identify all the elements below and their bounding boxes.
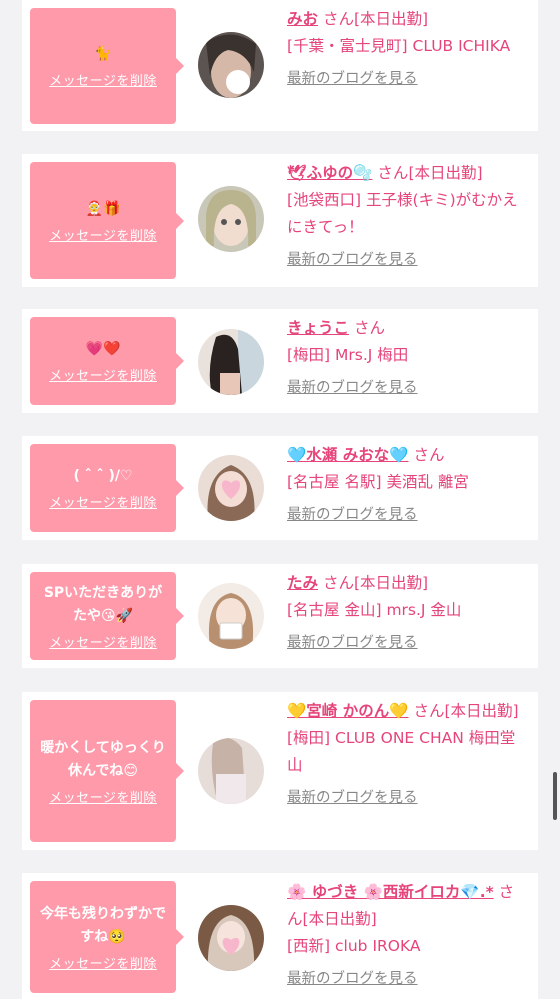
san-label: さん xyxy=(377,164,409,182)
message-text: 🐈 xyxy=(94,46,112,62)
message-card: 💗❤️ メッセージを削除 きょうこ さん [梅田] Mrs.J 梅田 最新のブロ… xyxy=(22,309,538,413)
message-bubble: SPいただきありがたや😘🚀 メッセージを削除 xyxy=(30,572,184,660)
message-card: 🐈 メッセージを削除 みお さん[本日出勤] [千葉・富士見町] CLUB IC… xyxy=(22,0,538,131)
shop-text: [梅田] Mrs.J 梅田 xyxy=(287,346,409,364)
message-text: 暖かくしてゆっくり休んでね😊 xyxy=(40,739,166,779)
shop-text: [西新] club IROKA xyxy=(287,937,421,955)
shop-text: [池袋西口] 王子様(キミ)がむかえにきてっ！ xyxy=(287,191,518,236)
message-text: SPいただきありがたや😘🚀 xyxy=(43,584,163,624)
status-label: [本日出勤] xyxy=(408,164,483,182)
message-text: 今年も残りわずかですね🥺 xyxy=(40,905,166,945)
cast-info: みお さん[本日出勤] [千葉・富士見町] CLUB ICHIKA 最新のブログ… xyxy=(287,6,527,93)
san-label: さん xyxy=(413,702,445,720)
avatar[interactable] xyxy=(198,32,264,98)
delete-message-link[interactable]: メッセージを削除 xyxy=(49,365,157,384)
blog-link[interactable]: 最新のブログを見る xyxy=(287,630,418,657)
avatar[interactable] xyxy=(198,455,264,521)
message-card: 今年も残りわずかですね🥺 メッセージを削除 🌸 ゆづき 🌸西新イロカ💎.* さん… xyxy=(22,873,538,999)
message-bubble: 🤶🎁 メッセージを削除 xyxy=(30,162,184,279)
blog-link[interactable]: 最新のブログを見る xyxy=(287,66,418,93)
delete-message-link[interactable]: メッセージを削除 xyxy=(49,953,157,972)
san-label: さん xyxy=(413,446,445,464)
status-label: [本日出勤] xyxy=(444,702,519,720)
delete-message-link[interactable]: メッセージを削除 xyxy=(49,492,157,511)
message-text: 💗❤️ xyxy=(85,341,121,357)
san-label: さん xyxy=(322,574,354,592)
cast-name-link[interactable]: みお xyxy=(287,10,318,28)
status-label: [本日出勤] xyxy=(302,910,377,928)
cast-name-link[interactable]: きょうこ xyxy=(287,319,349,337)
cast-name-link[interactable]: たみ xyxy=(287,574,318,592)
cast-name-link[interactable]: 🌸 ゆづき 🌸西新イロカ💎.* xyxy=(287,883,494,901)
cast-info: きょうこ さん [梅田] Mrs.J 梅田 最新のブログを見る xyxy=(287,315,527,402)
message-card: 🤶🎁 メッセージを削除 🕊ふゆの🫧 さん[本日出勤] [池袋西口] 王子様(キミ… xyxy=(22,154,538,287)
message-card: ( ˆ ˆ )/♡ メッセージを削除 🩵水瀬 みおな🩵 さん [名古屋 名駅] … xyxy=(22,436,538,540)
san-label: さん xyxy=(322,10,354,28)
delete-message-link[interactable]: メッセージを削除 xyxy=(49,70,157,89)
scrollbar[interactable] xyxy=(553,772,557,820)
delete-message-link[interactable]: メッセージを削除 xyxy=(49,225,157,244)
avatar[interactable] xyxy=(198,186,264,252)
avatar[interactable] xyxy=(198,905,264,971)
message-text: ( ˆ ˆ )/♡ xyxy=(73,468,133,484)
message-bubble: 暖かくしてゆっくり休んでね😊 メッセージを削除 xyxy=(30,700,184,842)
message-bubble: ( ˆ ˆ )/♡ メッセージを削除 xyxy=(30,444,184,532)
blog-link[interactable]: 最新のブログを見る xyxy=(287,785,418,812)
blog-link[interactable]: 最新のブログを見る xyxy=(287,966,418,993)
message-card: 暖かくしてゆっくり休んでね😊 メッセージを削除 💛宮崎 かのん💛 さん[本日出勤… xyxy=(22,692,538,850)
message-bubble: 💗❤️ メッセージを削除 xyxy=(30,317,184,405)
san-label: さん xyxy=(353,319,385,337)
shop-text: [梅田] CLUB ONE CHAN 梅田堂山 xyxy=(287,729,516,774)
cast-info: たみ さん[本日出勤] [名古屋 金山] mrs.J 金山 最新のブログを見る xyxy=(287,570,527,657)
blog-link[interactable]: 最新のブログを見る xyxy=(287,502,418,529)
message-card: SPいただきありがたや😘🚀 メッセージを削除 たみ さん[本日出勤] [名古屋 … xyxy=(22,564,538,668)
message-bubble: 今年も残りわずかですね🥺 メッセージを削除 xyxy=(30,881,184,993)
blog-link[interactable]: 最新のブログを見る xyxy=(287,247,418,274)
cast-name-link[interactable]: 💛宮崎 かのん💛 xyxy=(287,702,409,720)
shop-text: [名古屋 金山] mrs.J 金山 xyxy=(287,601,462,619)
shop-text: [千葉・富士見町] CLUB ICHIKA xyxy=(287,37,511,55)
message-bubble: 🐈 メッセージを削除 xyxy=(30,8,184,124)
cast-info: 🩵水瀬 みおな🩵 さん [名古屋 名駅] 美酒乱 離宮 最新のブログを見る xyxy=(287,442,527,529)
status-label: [本日出勤] xyxy=(353,10,429,28)
blog-link[interactable]: 最新のブログを見る xyxy=(287,375,418,402)
message-text: 🤶🎁 xyxy=(85,200,121,217)
cast-info: 🌸 ゆづき 🌸西新イロカ💎.* さん[本日出勤] [西新] club IROKA… xyxy=(287,879,527,993)
cast-name-link[interactable]: 🩵水瀬 みおな🩵 xyxy=(287,446,409,464)
cast-info: 💛宮崎 かのん💛 さん[本日出勤] [梅田] CLUB ONE CHAN 梅田堂… xyxy=(287,698,527,812)
shop-text: [名古屋 名駅] 美酒乱 離宮 xyxy=(287,473,469,491)
avatar[interactable] xyxy=(198,329,264,395)
avatar[interactable] xyxy=(198,583,264,649)
delete-message-link[interactable]: メッセージを削除 xyxy=(49,787,157,806)
cast-info: 🕊ふゆの🫧 さん[本日出勤] [池袋西口] 王子様(キミ)がむかえにきてっ！ 最… xyxy=(287,160,527,274)
avatar[interactable] xyxy=(198,738,264,804)
status-label: [本日出勤] xyxy=(353,574,429,592)
delete-message-link[interactable]: メッセージを削除 xyxy=(49,632,157,651)
cast-name-link[interactable]: 🕊ふゆの🫧 xyxy=(287,164,372,182)
